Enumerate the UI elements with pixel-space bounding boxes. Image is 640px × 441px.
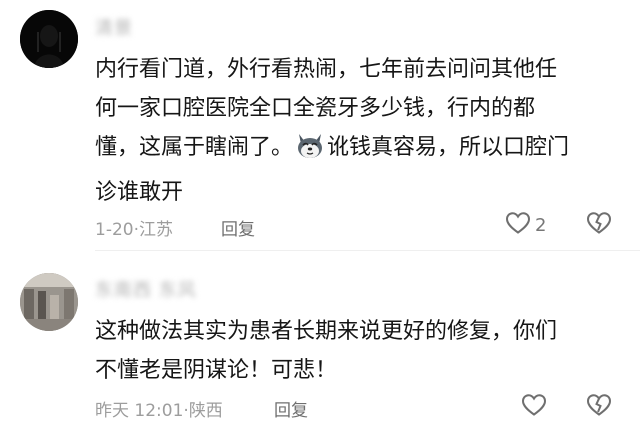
comment-line: 懂，这属于瞎闹了。 讹钱真容易，所以口腔门 <box>95 128 615 173</box>
heart-icon <box>505 211 531 239</box>
comment-item: 东南西 东风 这种做法其实为患者长期来说更好的修复，你们 不懂老是阴谋论！可悲！… <box>0 250 640 441</box>
heart-icon <box>521 393 547 421</box>
username[interactable]: 清景 <box>95 14 133 40</box>
comment-meta: 1-20·江苏 <box>95 215 173 240</box>
broken-heart-icon <box>586 212 612 239</box>
like-button[interactable] <box>521 393 551 421</box>
broken-heart-icon <box>586 394 612 421</box>
comment-meta: 昨天 12:01·陕西 <box>95 396 223 421</box>
reply-button[interactable]: 回复 <box>274 396 308 421</box>
comment-line-part: 懂，这属于瞎闹了。 <box>95 135 294 160</box>
like-count: 2 <box>535 214 547 236</box>
comment-line: 诊谁敢开 <box>95 180 184 205</box>
comment-text: 内行看门道，外行看热闹，七年前去问问其他任 何一家口腔医院全口全瓷牙多少钱，行内… <box>95 50 615 212</box>
reply-button[interactable]: 回复 <box>221 215 255 240</box>
avatar[interactable] <box>20 273 78 331</box>
comment-line-part: 讹钱真容易，所以口腔门 <box>327 135 570 160</box>
like-button[interactable]: 2 <box>505 211 546 239</box>
comment-line: 不懂老是阴谋论！可悲！ <box>95 358 338 383</box>
comment-text: 这种做法其实为患者长期来说更好的修复，你们 不懂老是阴谋论！可悲！ <box>95 312 615 390</box>
comment-item: 清景 内行看门道，外行看热闹，七年前去问问其他任 何一家口腔医院全口全瓷牙多少钱… <box>0 0 640 250</box>
comment-date: 1-20 <box>95 220 134 240</box>
dislike-button[interactable] <box>586 211 612 239</box>
comment-date: 昨天 12:01 <box>95 401 184 421</box>
comment-line: 内行看门道，外行看热闹，七年前去问问其他任 <box>95 57 558 82</box>
username[interactable]: 东南西 东风 <box>95 276 197 302</box>
comment-location: 江苏 <box>139 220 173 240</box>
comment-line: 这种做法其实为患者长期来说更好的修复，你们 <box>95 319 558 344</box>
comment-location: 陕西 <box>188 401 223 421</box>
comment-line: 何一家口腔医院全口全瓷牙多少钱，行内的都 <box>95 96 536 121</box>
avatar[interactable] <box>20 10 78 68</box>
dislike-button[interactable] <box>586 393 612 421</box>
husky-dog-emoji <box>295 132 325 173</box>
